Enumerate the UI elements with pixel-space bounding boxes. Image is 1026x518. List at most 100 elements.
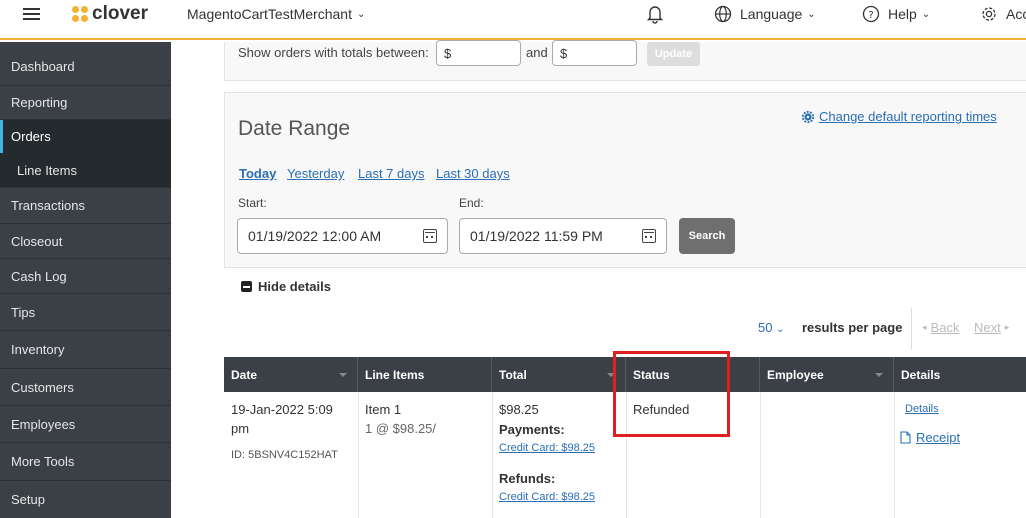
top-bar: clover MagentoCartTestMerchant ⌄ Languag… xyxy=(0,0,1026,40)
chevron-left-icon: ◂ xyxy=(922,322,927,332)
column-header-date[interactable]: Date xyxy=(224,357,358,392)
order-total: $98.25 xyxy=(499,402,539,417)
start-date-input[interactable]: 01/19/2022 12:00 AM xyxy=(237,218,448,254)
line-item-name: Item 1 xyxy=(365,402,402,417)
language-label: Language xyxy=(740,6,803,22)
hide-details-toggle[interactable]: Hide details xyxy=(241,279,331,294)
end-label: End: xyxy=(459,196,484,210)
logo-text: clover xyxy=(92,3,148,24)
details-link[interactable]: Details xyxy=(905,403,939,415)
calendar-icon[interactable] xyxy=(642,229,656,243)
per-page-selector[interactable]: 50 ⌄ xyxy=(758,320,784,335)
clover-logo-icon xyxy=(72,6,88,22)
column-divider xyxy=(760,392,761,518)
column-header-employee[interactable]: Employee xyxy=(760,357,894,392)
account-label: Acc xyxy=(1006,6,1026,22)
svg-text:?: ? xyxy=(868,10,873,21)
calendar-icon[interactable] xyxy=(423,229,437,243)
pager-divider xyxy=(911,308,912,350)
sidebar-item-customers[interactable]: Customers xyxy=(0,369,171,406)
quick-link-last-30-days[interactable]: Last 30 days xyxy=(436,166,510,181)
max-total-input[interactable]: $ xyxy=(552,40,637,66)
start-date-value: 01/19/2022 12:00 AM xyxy=(248,228,382,244)
back-button[interactable]: ◂ Back xyxy=(922,320,959,335)
help-label: Help xyxy=(888,6,917,22)
clover-logo[interactable]: clover xyxy=(72,0,148,28)
column-header-label: Employee xyxy=(767,367,824,382)
sidebar-item-line-items[interactable]: Line Items xyxy=(0,153,171,188)
sidebar-item-employees[interactable]: Employees xyxy=(0,406,171,443)
document-icon xyxy=(900,431,911,444)
column-header-label: Total xyxy=(499,367,527,382)
chevron-down-icon: ⌄ xyxy=(921,8,931,20)
date-range-panel: Date Range Change default reporting time… xyxy=(224,92,1026,268)
sidebar-item-orders[interactable]: Orders xyxy=(0,120,171,153)
help-menu[interactable]: ? Help ⌄ xyxy=(862,0,930,28)
chevron-down-icon: ⌄ xyxy=(776,324,785,335)
column-header-label: Date xyxy=(231,367,258,382)
order-id: ID: 5BSNV4C152HAT xyxy=(231,449,338,461)
sidebar-item-more-tools[interactable]: More Tools xyxy=(0,443,171,481)
column-header-line-items: Line Items xyxy=(358,357,492,392)
totals-filter-panel: Show orders with totals between: $ and $… xyxy=(224,40,1026,81)
column-header-total[interactable]: Total xyxy=(492,357,626,392)
next-label: Next xyxy=(974,320,1001,335)
date-range-title: Date Range xyxy=(238,117,351,140)
min-total-input[interactable]: $ xyxy=(436,40,521,66)
chevron-down-icon: ⌄ xyxy=(807,8,816,20)
per-page-label: results per page xyxy=(802,320,903,335)
gear-icon xyxy=(802,110,814,123)
sidebar-item-transactions[interactable]: Transactions xyxy=(0,188,171,224)
sidebar: Dashboard Reporting Orders Line Items Tr… xyxy=(0,42,171,518)
receipt-label: Receipt xyxy=(916,430,961,445)
column-header-label: Line Items xyxy=(365,367,425,382)
end-date-input[interactable]: 01/19/2022 11:59 PM xyxy=(459,218,667,254)
quick-link-last-7-days[interactable]: Last 7 days xyxy=(358,166,425,181)
chevron-right-icon: ▸ xyxy=(1004,322,1010,332)
search-button[interactable]: Search xyxy=(679,218,735,254)
menu-icon[interactable] xyxy=(22,0,40,28)
sidebar-item-setup[interactable]: Setup xyxy=(0,481,171,518)
notifications-button[interactable] xyxy=(646,0,664,28)
refund-link[interactable]: Credit Card: $98.25 xyxy=(499,491,595,503)
update-button[interactable]: Update xyxy=(647,42,700,66)
change-reporting-times-link[interactable]: Change default reporting times xyxy=(802,109,997,124)
next-button[interactable]: Next ▸ xyxy=(974,320,1009,335)
end-date-value: 01/19/2022 11:59 PM xyxy=(470,228,603,244)
back-label: Back xyxy=(930,320,960,335)
sidebar-item-closeout[interactable]: Closeout xyxy=(0,224,171,259)
sidebar-item-reporting[interactable]: Reporting xyxy=(0,86,171,120)
sidebar-item-cash-log[interactable]: Cash Log xyxy=(0,259,171,294)
payment-link[interactable]: Credit Card: $98.25 xyxy=(499,442,595,454)
help-icon: ? xyxy=(862,5,880,23)
sort-arrow-icon xyxy=(339,373,347,377)
start-label: Start: xyxy=(238,196,267,210)
sidebar-item-dashboard[interactable]: Dashboard xyxy=(0,48,171,86)
account-menu[interactable]: Acc xyxy=(980,0,1026,28)
column-divider xyxy=(358,392,359,518)
column-divider xyxy=(492,392,493,518)
column-header-label: Details xyxy=(901,367,941,382)
bell-icon xyxy=(646,6,664,24)
merchant-selector[interactable]: MagentoCartTestMerchant ⌄ xyxy=(187,0,365,28)
receipt-link[interactable]: Receipt xyxy=(900,430,960,445)
quick-link-today[interactable]: Today xyxy=(239,166,276,181)
order-date: 19-Jan-2022 5:09 xyxy=(231,402,333,417)
hide-details-label: Hide details xyxy=(258,279,331,294)
sidebar-item-inventory[interactable]: Inventory xyxy=(0,331,171,369)
per-page-value: 50 xyxy=(758,320,773,335)
column-divider xyxy=(894,392,895,518)
merchant-name: MagentoCartTestMerchant xyxy=(187,6,352,22)
language-menu[interactable]: Language ⌄ xyxy=(714,0,816,28)
sort-arrow-icon xyxy=(875,373,883,377)
totals-filter-label: Show orders with totals between: xyxy=(238,45,429,60)
column-header-details: Details xyxy=(894,357,1026,392)
globe-icon xyxy=(714,5,732,23)
sidebar-item-tips[interactable]: Tips xyxy=(0,294,171,331)
line-item-detail: 1 @ $98.25/ xyxy=(365,421,437,436)
status-highlight-box xyxy=(613,351,730,437)
quick-link-yesterday[interactable]: Yesterday xyxy=(287,166,344,181)
change-reporting-times-label: Change default reporting times xyxy=(819,109,997,124)
refunds-label: Refunds: xyxy=(499,471,556,486)
payments-label: Payments: xyxy=(499,422,565,437)
